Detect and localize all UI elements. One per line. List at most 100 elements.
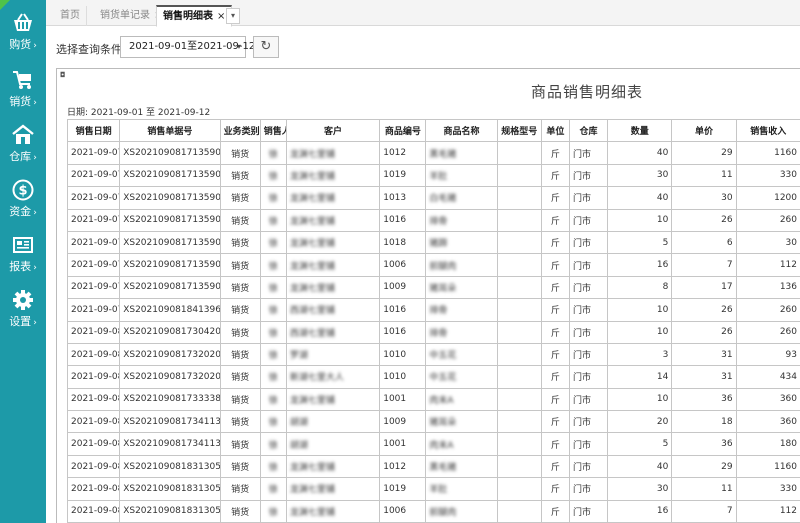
table-row[interactable]: 2021-09-08 XS202109081733338 销货徐龙渊七里铺 1001 肉… bbox=[66, 387, 800, 412]
cell-name: 羊肚 bbox=[425, 477, 498, 501]
cell-spec bbox=[496, 186, 542, 210]
cell-customer: 西湖七里铺 bbox=[285, 298, 381, 322]
cell-income: 260 bbox=[735, 320, 800, 344]
cell-income: 112 bbox=[735, 253, 800, 277]
cell-customer: 龙渊七里铺 bbox=[285, 230, 381, 255]
cell-price: 6 bbox=[671, 230, 737, 255]
cell-price: 29 bbox=[671, 454, 737, 479]
cell-spec bbox=[496, 477, 542, 501]
cell-type: 销货 bbox=[219, 230, 261, 255]
cell-date: 2021-09-08 bbox=[66, 320, 121, 344]
sidebar-item-funds[interactable]: $ 资金 › bbox=[0, 179, 46, 235]
sidebar-item-label: 销货 bbox=[9, 95, 32, 108]
cell-code: 1010 bbox=[379, 342, 427, 367]
date-range-select[interactable]: 2021-09-01至2021-09-12 ▾ bbox=[120, 36, 255, 58]
cell-store: 门市 bbox=[568, 432, 609, 456]
cell-store: 门市 bbox=[568, 186, 609, 210]
cell-customer: 龙渊七里铺 bbox=[285, 208, 381, 232]
refresh-button[interactable]: ↻ bbox=[253, 36, 279, 58]
cell-date: 2021-09-08 bbox=[66, 365, 121, 389]
cell-type: 销货 bbox=[219, 410, 261, 434]
cell-customer: 西湖七里铺 bbox=[285, 320, 381, 344]
cell-name: 猪蹄 bbox=[425, 230, 498, 255]
cell-spec bbox=[496, 253, 542, 277]
cell-seller: 徐 bbox=[259, 320, 287, 344]
table-row[interactable]: 2021-09-07 XS202109081713590 销货徐龙渊七里铺 1009 猪… bbox=[66, 275, 800, 300]
cell-price: 17 bbox=[671, 275, 737, 300]
tab-dropdown-button[interactable]: ▾ bbox=[226, 8, 240, 24]
cell-unit: 斤 bbox=[540, 163, 570, 188]
cell-spec bbox=[496, 387, 542, 412]
cell-seller: 徐 bbox=[259, 477, 287, 501]
sidebar-item-label: 设置 bbox=[9, 315, 32, 328]
tab-sales-detail[interactable]: 销售明细表 × bbox=[156, 5, 233, 27]
cell-spec bbox=[496, 410, 542, 434]
cell-spec bbox=[496, 342, 542, 367]
table-row[interactable]: 2021-09-08 XS202109081732020 销货徐罗湖 1010 中五花 斤… bbox=[66, 342, 800, 367]
cell-type: 销货 bbox=[219, 342, 261, 367]
table-row[interactable]: 2021-09-08 XS202109081734113 销货徐胡湖 1001 肉末A 斤… bbox=[66, 432, 800, 456]
cell-code: 1018 bbox=[379, 230, 427, 255]
cell-name: 中五花 bbox=[425, 342, 498, 367]
cell-customer: 龙渊七里铺 bbox=[285, 253, 381, 277]
column-header: 单位 bbox=[540, 118, 570, 143]
cell-income: 330 bbox=[735, 477, 800, 501]
cell-unit: 斤 bbox=[540, 387, 570, 412]
cell-date: 2021-09-07 bbox=[66, 253, 121, 277]
table-row[interactable]: 2021-09-08 XS202109081730420 销货徐西湖七里铺 1016 排… bbox=[66, 320, 800, 344]
sidebar-item-purchase[interactable]: 购货 › bbox=[0, 12, 46, 68]
table-row[interactable]: 2021-09-07 XS202109081713590 销货徐龙渊七里铺 1006 前… bbox=[66, 253, 800, 277]
table-row[interactable]: 2021-09-07 XS202109081713590 销货徐龙渊七里铺 1019 羊… bbox=[66, 163, 800, 188]
table-row[interactable]: 2021-09-08 XS202109081831305 销货徐龙渊七里铺 1012 黑… bbox=[66, 454, 800, 479]
close-icon[interactable]: × bbox=[217, 11, 225, 22]
table-row[interactable]: 2021-09-08 XS202109081831305 销货徐龙渊七里铺 1019 羊… bbox=[66, 477, 800, 501]
cell-qty: 5 bbox=[607, 230, 673, 255]
cell-unit: 斤 bbox=[540, 208, 570, 232]
table-row[interactable]: 2021-09-07 XS202109081713590 销货徐龙渊七里铺 1016 排… bbox=[66, 208, 800, 232]
cell-unit: 斤 bbox=[540, 477, 570, 501]
table-row[interactable]: 2021-09-07 XS202109081841396 销货徐西湖七里铺 1016 排… bbox=[66, 298, 800, 322]
table-row[interactable]: 2021-09-07 XS202109081713590 销货徐龙渊七里铺 1018 猪… bbox=[66, 230, 800, 255]
cell-unit: 斤 bbox=[540, 186, 570, 210]
expand-icon[interactable]: ◘ bbox=[60, 71, 66, 79]
sidebar: 购货 › 销货 › 仓库 › $ 资金 › 报表 › 设置 › bbox=[0, 0, 46, 523]
sidebar-item-sales[interactable]: 销货 › bbox=[0, 69, 46, 125]
cell-bill: XS202109081831305 bbox=[119, 477, 221, 501]
cell-customer: 龙渊七里铺 bbox=[285, 186, 381, 210]
table-row[interactable]: 2021-09-08 XS202109081831305 销货徐龙渊七里铺 1006 前… bbox=[66, 499, 800, 523]
table-row[interactable]: 2021-09-07 XS202109081713590 销货徐龙渊七里铺 1012 黑… bbox=[66, 141, 800, 165]
table-row[interactable]: 2021-09-07 XS202109081713590 销货徐龙渊七里铺 1013 白… bbox=[66, 186, 800, 210]
cell-name: 中五花 bbox=[425, 365, 498, 389]
sidebar-item-reports[interactable]: 报表 › bbox=[0, 234, 46, 290]
cell-seller: 徐 bbox=[259, 230, 287, 255]
cell-name: 排骨 bbox=[425, 320, 498, 344]
cell-qty: 10 bbox=[607, 208, 673, 232]
cell-seller: 徐 bbox=[259, 298, 287, 322]
table-row[interactable]: 2021-09-08 XS202109081734113 销货徐胡湖 1009 猪耳朵 斤… bbox=[66, 410, 800, 434]
corner-badge bbox=[0, 0, 10, 10]
cell-price: 26 bbox=[671, 298, 737, 322]
cell-seller: 徐 bbox=[259, 342, 287, 367]
cell-qty: 14 bbox=[607, 365, 673, 389]
sidebar-item-settings[interactable]: 设置 › bbox=[0, 289, 46, 345]
column-header: 销售人 bbox=[259, 118, 287, 143]
cell-type: 销货 bbox=[219, 253, 261, 277]
cell-income: 93 bbox=[735, 342, 800, 367]
sidebar-item-warehouse[interactable]: 仓库 › bbox=[0, 124, 46, 180]
cell-type: 销货 bbox=[219, 365, 261, 389]
sidebar-item-label: 报表 bbox=[9, 260, 32, 273]
table-row[interactable]: 2021-09-08 XS202109081732020 销货徐新湖七里大人 1010… bbox=[66, 365, 800, 389]
cell-price: 26 bbox=[671, 208, 737, 232]
cell-income: 434 bbox=[735, 365, 800, 389]
cell-date: 2021-09-08 bbox=[66, 387, 121, 412]
cell-code: 1019 bbox=[379, 477, 427, 501]
tab-home[interactable]: 首页 bbox=[54, 6, 87, 26]
cell-seller: 徐 bbox=[259, 432, 287, 456]
gear-icon bbox=[13, 290, 33, 310]
cell-qty: 10 bbox=[607, 298, 673, 322]
cell-code: 1001 bbox=[379, 432, 427, 456]
cell-qty: 8 bbox=[607, 275, 673, 300]
cell-unit: 斤 bbox=[540, 275, 570, 300]
cell-type: 销货 bbox=[219, 275, 261, 300]
cell-bill: XS202109081734113 bbox=[119, 432, 221, 456]
